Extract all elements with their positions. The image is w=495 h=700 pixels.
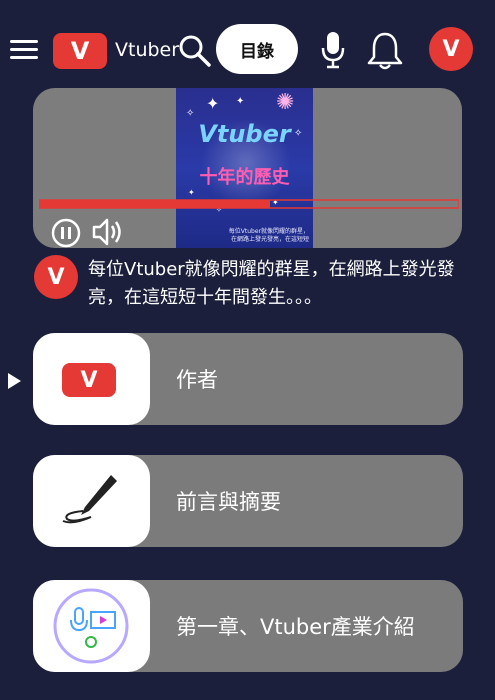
channel-avatar[interactable]: V (34, 255, 78, 299)
video-progress-bar[interactable] (39, 198, 459, 210)
streaming-setup-icon (53, 588, 129, 664)
vtuber-logo[interactable]: V (53, 33, 107, 69)
table-of-contents-button[interactable]: 目錄 (216, 24, 298, 74)
chapter-icon-box (33, 455, 150, 547)
volume-icon[interactable] (91, 216, 125, 248)
chapter-card-preface[interactable]: 前言與摘要 (33, 455, 463, 547)
vtuber-logo-icon: V (62, 363, 116, 397)
user-avatar[interactable]: V (429, 27, 473, 71)
bell-icon[interactable] (366, 30, 404, 70)
chapter-card-author[interactable]: V 作者 (33, 333, 463, 425)
video-player[interactable]: ✦ ✺ ✧ ✦ ✧ ✦ ✦ ✧ Vtuber 十年的歷史 每位Vtuber就像閃… (33, 88, 462, 248)
chapter-icon-box (33, 580, 150, 672)
hamburger-menu-icon[interactable] (10, 40, 38, 60)
chapter-card-chapter-one[interactable]: 第一章、Vtuber產業介紹 (33, 580, 463, 672)
thumbnail-title: Vtuber (198, 120, 291, 148)
search-icon[interactable] (178, 34, 212, 68)
chapter-icon-box: V (33, 333, 150, 425)
brand-name: Vtuber (115, 39, 180, 61)
microphone-icon[interactable] (320, 30, 346, 70)
progress-fill (39, 200, 270, 208)
video-thumbnail: ✦ ✺ ✧ ✦ ✧ ✦ ✦ ✧ Vtuber 十年的歷史 每位Vtuber就像閃… (176, 88, 313, 248)
thumbnail-caption: 每位Vtuber就像閃耀的群星， 在網路上發光發亮，在這短短 (228, 228, 309, 243)
pause-icon[interactable] (51, 218, 81, 248)
top-bar: V Vtuber 目錄 V (0, 0, 495, 100)
chapter-label: 前言與摘要 (176, 490, 281, 514)
chapter-label: 作者 (176, 368, 218, 392)
current-chapter-pointer-icon (8, 373, 21, 389)
video-description: 每位Vtuber就像閃耀的群星，在網路上發光發亮，在這短短十年間發生。。。 (88, 259, 455, 308)
thumbnail-subtitle: 十年的歷史 (199, 167, 290, 188)
chapter-label: 第一章、Vtuber產業介紹 (176, 615, 415, 639)
pen-icon (62, 475, 117, 524)
